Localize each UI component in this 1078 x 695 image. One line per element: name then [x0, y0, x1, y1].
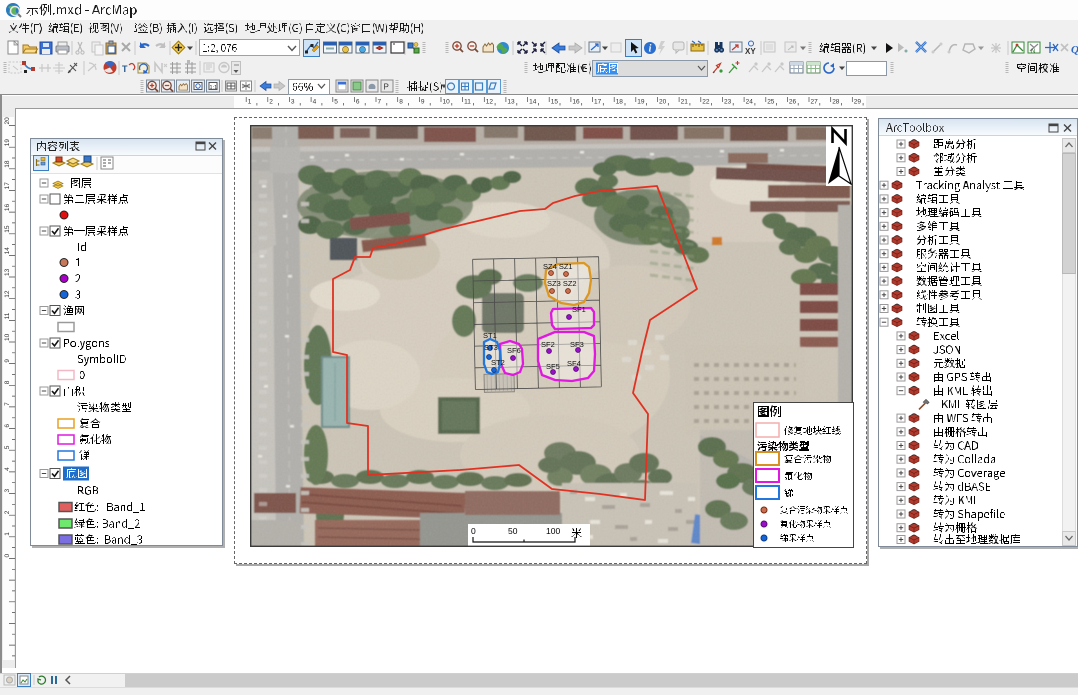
svg-text:4: 4	[313, 99, 317, 106]
svg-text:8: 8	[4, 380, 11, 384]
svg-text:10: 10	[4, 333, 11, 341]
svg-text:T: T	[122, 64, 128, 74]
svg-text:12: 12	[4, 290, 11, 298]
svg-text:17: 17	[4, 182, 11, 190]
svg-text:13: 13	[4, 268, 11, 276]
svg-text:1:1: 1:1	[210, 85, 218, 91]
svg-text:27: 27	[811, 99, 819, 106]
svg-text:1: 1	[4, 532, 11, 536]
svg-text:i: i	[649, 44, 652, 55]
svg-text:4: 4	[4, 467, 11, 471]
svg-text:3: 3	[4, 489, 11, 493]
svg-text:6: 6	[4, 424, 11, 428]
svg-text:19: 19	[4, 139, 11, 147]
svg-text:29: 29	[854, 99, 862, 106]
svg-text:6: 6	[356, 99, 360, 106]
svg-text:1: 1	[248, 99, 252, 106]
svg-text:11: 11	[4, 312, 11, 319]
svg-text:14: 14	[4, 247, 11, 255]
svg-text:14: 14	[529, 99, 537, 106]
svg-text:8: 8	[399, 99, 403, 106]
svg-text:9: 9	[4, 359, 11, 363]
svg-text:15: 15	[4, 225, 11, 233]
svg-text:11: 11	[464, 99, 471, 106]
svg-text:19: 19	[637, 99, 645, 106]
svg-text:23: 23	[724, 99, 732, 106]
svg-text:28: 28	[832, 99, 840, 106]
svg-text:5: 5	[334, 99, 338, 106]
svg-text:18: 18	[4, 160, 11, 168]
svg-text:XY: XY	[745, 47, 756, 56]
svg-text:26: 26	[789, 99, 797, 106]
svg-text:7: 7	[378, 99, 382, 106]
svg-text:7: 7	[4, 402, 11, 406]
svg-text:18: 18	[616, 99, 624, 106]
svg-text:10: 10	[443, 99, 451, 106]
svg-text:2: 2	[4, 510, 11, 514]
svg-text:2: 2	[269, 99, 273, 106]
svg-text:24: 24	[746, 99, 754, 106]
svg-text:22: 22	[702, 99, 710, 106]
svg-text:25: 25	[767, 99, 775, 106]
svg-text:15: 15	[551, 99, 559, 106]
svg-text:12: 12	[486, 99, 494, 106]
svg-text:3: 3	[291, 99, 295, 106]
svg-text:0: 0	[4, 554, 11, 558]
svg-text:21: 21	[681, 99, 689, 106]
svg-text:20: 20	[4, 117, 11, 125]
svg-text:P: P	[384, 83, 389, 92]
svg-text:17: 17	[594, 99, 602, 106]
svg-text:13: 13	[507, 99, 515, 106]
svg-text:16: 16	[4, 203, 11, 211]
svg-text:5: 5	[4, 445, 11, 449]
svg-text:20: 20	[659, 99, 667, 106]
svg-text:N: N	[1031, 49, 1035, 55]
svg-text:Q: Q	[1071, 44, 1078, 56]
svg-text:9: 9	[421, 99, 425, 106]
svg-text:16: 16	[572, 99, 580, 106]
